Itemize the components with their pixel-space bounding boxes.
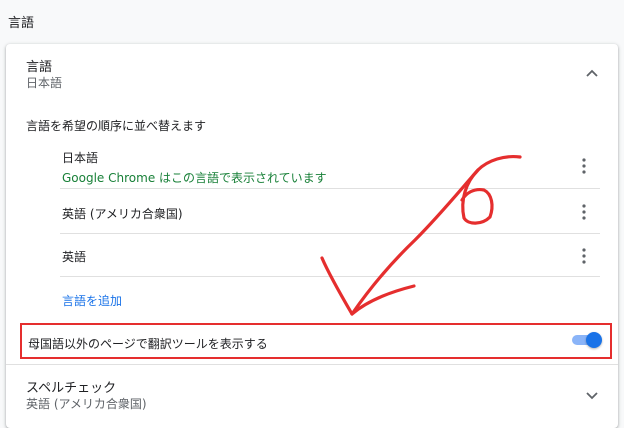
toggle-knob	[586, 332, 602, 348]
language-header-subtitle: 日本語	[26, 76, 63, 90]
section-title: 言語	[8, 16, 35, 31]
translate-toggle[interactable]	[570, 332, 602, 348]
add-language-link[interactable]: 言語を追加	[62, 292, 122, 309]
languages-card: 言語 日本語 言語を希望の順序に並べ替えます 日本語 Google Chrome…	[6, 44, 618, 428]
language-header-title: 言語	[26, 60, 53, 75]
translate-setting-label: 母国語以外のページで翻訳ツールを表示する	[28, 337, 268, 351]
language-name: 英語 (アメリカ合衆国)	[62, 207, 183, 221]
language-item-japanese: 日本語 Google Chrome はこの言語で表示されています	[60, 142, 600, 189]
more-vert-icon[interactable]	[578, 157, 590, 175]
language-item-english-us: 英語 (アメリカ合衆国)	[60, 189, 600, 234]
chevron-down-icon[interactable]	[584, 387, 600, 403]
language-header[interactable]: 言語 日本語	[6, 44, 618, 104]
spellcheck-row[interactable]: スペルチェック 英語 (アメリカ合衆国)	[6, 364, 618, 425]
more-vert-icon[interactable]	[578, 203, 590, 221]
spellcheck-title: スペルチェック	[26, 381, 117, 396]
more-vert-icon[interactable]	[578, 247, 590, 265]
translate-setting-row: 母国語以外のページで翻訳ツールを表示する	[20, 323, 612, 359]
spellcheck-subtitle: 英語 (アメリカ合衆国)	[26, 397, 147, 411]
language-name: 日本語	[62, 151, 99, 165]
chevron-up-icon[interactable]	[584, 66, 600, 82]
reorder-label: 言語を希望の順序に並べ替えます	[26, 119, 207, 133]
language-item-english: 英語	[60, 234, 600, 277]
language-display-note: Google Chrome はこの言語で表示されています	[62, 171, 327, 185]
language-name: 英語	[62, 250, 87, 264]
